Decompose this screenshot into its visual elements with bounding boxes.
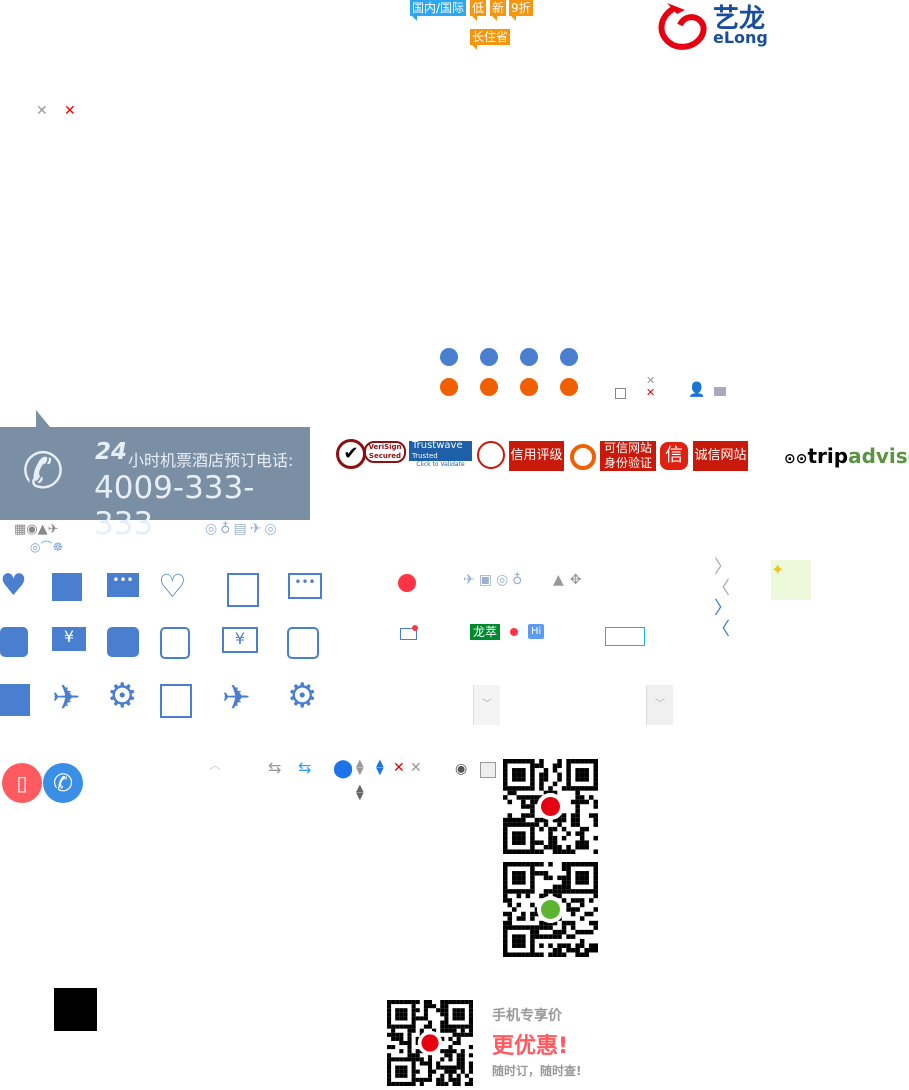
tripadvisor-a: trip	[807, 444, 849, 468]
heart-outline-icon[interactable]: ♡	[158, 567, 187, 605]
swap-gray-icon[interactable]: ⇆	[268, 758, 281, 777]
checkbox-icon[interactable]	[615, 388, 626, 399]
sort-gray-icon[interactable]: ▲ ▼	[356, 759, 364, 777]
promo-line1: 手机专享价	[492, 1008, 562, 1024]
shopping-bag-filled-icon[interactable]	[52, 573, 82, 601]
sticky-note-icon: ✦	[771, 560, 811, 600]
credit-rating-badge[interactable]: 信用评级	[509, 441, 564, 471]
banner-pointer	[36, 410, 50, 427]
money-filled-icon[interactable]: ¥	[52, 627, 86, 651]
plane-outline-icon[interactable]: ✈	[222, 678, 251, 718]
tag-discount: 9折	[509, 0, 533, 21]
close-icon-red[interactable]: ✕	[64, 103, 76, 119]
elong-logo: 艺龙 eLong	[655, 0, 775, 50]
small-map-icons-gray: ▦◉▲✈	[14, 522, 59, 537]
coach-outline-icon[interactable]	[287, 627, 319, 659]
money-outline-icon[interactable]: ¥	[222, 627, 258, 653]
hotline-label: 小时机票酒店预订电话:	[128, 451, 294, 470]
gray-icons: ▲✥	[553, 572, 588, 588]
trusted-line1: 可信网站	[603, 441, 652, 455]
trusted-site-badge[interactable]: 可信网站 身份验证	[570, 441, 656, 471]
caret-up-icon[interactable]: ︿	[209, 756, 221, 773]
chevron-right-blue-icon[interactable]: 〉	[714, 599, 732, 619]
mobile-icon[interactable]: ▯	[2, 763, 42, 803]
message-outline-icon[interactable]: •••	[288, 573, 322, 599]
heart-filled-icon[interactable]: ♥	[0, 568, 27, 603]
sort-dark-icon[interactable]: ▲ ▼	[356, 784, 364, 802]
integrity-badge[interactable]: 诚信网站	[693, 441, 748, 471]
tencent-weibo-icon[interactable]	[520, 348, 538, 366]
bus-outline-icon[interactable]	[160, 627, 190, 659]
tripadvisor-b: advisor	[848, 444, 909, 468]
tripadvisor-logo[interactable]: ⊙⊙tripadvisor	[784, 444, 909, 468]
trustwave-label: Trustwave	[412, 440, 463, 451]
travel-type-icons: ✈▣◎♁	[463, 572, 527, 588]
integrity-icon[interactable]: 信	[660, 442, 688, 470]
tencent-weibo-icon-hover[interactable]	[520, 378, 538, 396]
sort-blue-icon[interactable]: ▲ ▼	[376, 759, 384, 777]
shopping-bag-outline-icon[interactable]	[227, 573, 259, 607]
hotline-hours: 24	[95, 439, 128, 465]
verisign-label: VeriSign Secured	[364, 441, 406, 463]
location-pin-outline-icon: ◉	[455, 761, 468, 777]
trust-seal-icon[interactable]	[477, 441, 505, 469]
hotline-banner: ✆ 24 小时机票酒店预订电话: 4009-333-333	[0, 410, 310, 542]
trustwave-badge[interactable]: Trustwave Trusted Commerce Click to Valid…	[409, 441, 472, 470]
location-pin-blue-icon: ⬤	[333, 758, 354, 779]
qq-icon[interactable]	[440, 348, 458, 366]
tag-low: 低	[470, 0, 487, 21]
bus-filled-icon[interactable]	[0, 627, 28, 657]
mail-notify-dot	[412, 625, 418, 631]
qq-icon-hover[interactable]	[440, 378, 458, 396]
unlock-icon	[714, 387, 726, 396]
poi-icons: ◎♁▤✈◎	[205, 521, 280, 537]
promo-line3: 随时订，随时查!	[492, 1064, 582, 1078]
message-filled-icon[interactable]: •••	[107, 573, 139, 597]
building-outline-icon[interactable]	[160, 684, 192, 718]
chevron-right-gray-icon[interactable]: 〉	[714, 558, 732, 578]
qr-code-promo	[387, 1000, 473, 1086]
qr-code-app	[503, 759, 598, 854]
tag-long-stay: 长住省	[470, 29, 511, 50]
renren-icon-hover[interactable]	[560, 378, 578, 396]
user-icon: 👤	[688, 382, 706, 398]
black-square	[54, 988, 97, 1031]
trusted-line2: 身份验证	[603, 456, 652, 470]
dropdown-arrow-icon-2[interactable]: ﹀	[646, 685, 673, 725]
chevron-left-gray-icon[interactable]: 〈	[712, 579, 730, 599]
trustwave-click: Click to Validate	[416, 461, 465, 468]
qr-code-wechat	[503, 862, 598, 957]
phone-circle-icon[interactable]: ✆	[43, 763, 83, 803]
renren-icon[interactable]	[560, 348, 578, 366]
dropdown-arrow-icon[interactable]: ﹀	[473, 685, 500, 725]
dragon-logo-icon	[658, 3, 707, 50]
phone-icon: ✆	[22, 442, 64, 500]
close-gray-icon[interactable]: ✕	[410, 760, 422, 776]
coach-filled-icon[interactable]	[107, 627, 139, 657]
chevron-left-blue-icon[interactable]: 〈	[712, 620, 730, 640]
close-red-icon[interactable]: ✕	[393, 760, 405, 776]
close-icon-gray[interactable]: ✕	[36, 103, 48, 119]
building-filled-icon[interactable]	[0, 684, 30, 716]
weibo-icon[interactable]	[480, 348, 498, 366]
gear-filled-icon[interactable]: ⚙	[107, 676, 137, 716]
logo-en: eLong	[713, 28, 768, 47]
gear-outline-icon[interactable]: ⚙	[287, 676, 317, 716]
red-dot-large	[398, 574, 416, 592]
red-dot-small	[510, 628, 518, 636]
tag-new: 新	[490, 0, 507, 21]
verisign-badge[interactable]: ✔ VeriSign Secured	[336, 437, 406, 470]
close-icon-small-red[interactable]: ✕	[646, 386, 655, 399]
swap-blue-icon[interactable]: ⇆	[298, 758, 311, 777]
longcui-badge: 龙萃	[470, 624, 501, 640]
hi-chat-icon[interactable]: Hi	[528, 624, 545, 639]
tag-domestic-intl: 国内/国际	[410, 0, 467, 21]
promo-line2: 更优惠!	[492, 1034, 569, 1059]
calendar-icon[interactable]	[480, 762, 496, 778]
small-map-icons-blue: ◎⌒☸	[30, 540, 64, 554]
plane-filled-icon[interactable]: ✈	[52, 678, 81, 718]
tooltip-box-outline	[605, 627, 645, 646]
weibo-icon-hover[interactable]	[480, 378, 498, 396]
